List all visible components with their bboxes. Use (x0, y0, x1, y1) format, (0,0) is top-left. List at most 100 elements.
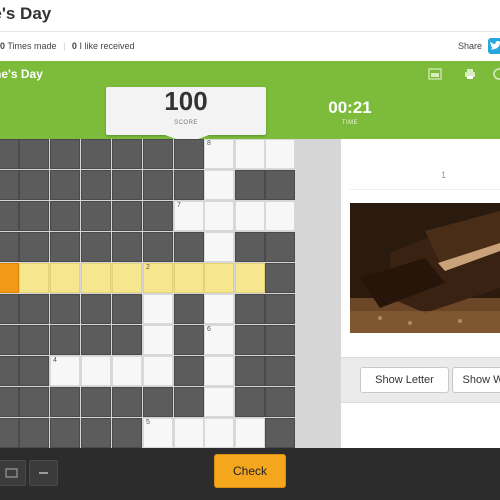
grid-cell[interactable] (265, 201, 295, 231)
grid-cell-blocked (81, 201, 111, 231)
keyboard-icon[interactable] (0, 460, 26, 486)
grid-cell-blocked (50, 418, 80, 448)
show-word-button[interactable]: Show W (452, 367, 500, 393)
print-icon[interactable] (463, 67, 477, 81)
grid-cell-blocked (19, 170, 49, 200)
grid-cell-blocked (81, 418, 111, 448)
check-button[interactable]: Check (214, 454, 286, 488)
show-letter-button[interactable]: Show Letter (360, 367, 449, 393)
grid-cell[interactable]: 8 (204, 139, 234, 169)
grid-cell-blocked (112, 139, 142, 169)
game-title: ne's Day (0, 67, 43, 81)
grid-cell-blocked (0, 294, 19, 324)
grid-cell-blocked (112, 201, 142, 231)
grid-cell-blocked (174, 170, 204, 200)
grid-cell-highlighted[interactable] (112, 263, 142, 293)
grid-cell-blocked (235, 232, 265, 262)
fullscreen-icon[interactable] (428, 67, 442, 81)
grid-cell[interactable]: 5 (143, 418, 173, 448)
grid-cell-blocked (0, 356, 19, 386)
game-header: ne's Day (0, 61, 500, 89)
grid-cell-blocked (143, 139, 173, 169)
grid-cell-blocked (174, 387, 204, 417)
likes-label: I like received (79, 41, 135, 51)
grid-cell[interactable] (204, 387, 234, 417)
grid-cell-blocked (0, 418, 19, 448)
grid-cell[interactable] (81, 356, 111, 386)
grid-cell[interactable] (204, 294, 234, 324)
grid-cell-blocked (19, 418, 49, 448)
grid-cell[interactable] (143, 356, 173, 386)
times-made-count: 0 (0, 41, 6, 51)
grid-cell-blocked (50, 139, 80, 169)
grid-cell-blocked (19, 294, 49, 324)
grid-cell-blocked (50, 294, 80, 324)
grid-cell[interactable]: 6 (204, 325, 234, 355)
twitter-share-icon[interactable] (488, 38, 500, 54)
grid-cell-blocked (112, 170, 142, 200)
grid-cell-blocked (174, 356, 204, 386)
grid-cell-blocked (81, 325, 111, 355)
clue-divider (350, 189, 500, 190)
grid-cell-highlighted[interactable] (174, 263, 204, 293)
grid-cell[interactable] (143, 325, 173, 355)
grid-cell[interactable] (235, 201, 265, 231)
grid-cell-highlighted[interactable] (50, 263, 80, 293)
grid-cell[interactable] (204, 170, 234, 200)
grid-cell-blocked (0, 201, 19, 231)
grid-cell[interactable] (235, 139, 265, 169)
grid-cell-blocked (235, 356, 265, 386)
grid-cell[interactable]: 4 (50, 356, 80, 386)
grid-cell-blocked (265, 263, 295, 293)
grid-cell-blocked (143, 201, 173, 231)
grid-cell-blocked (0, 387, 19, 417)
grid-cell[interactable] (112, 356, 142, 386)
grid-cell-highlighted[interactable] (235, 263, 265, 293)
grid-cell-blocked (81, 294, 111, 324)
grid-cell-blocked (174, 325, 204, 355)
time-value: 00:21 (328, 98, 372, 117)
stats-text: 0 Times made | 0 I like received (0, 41, 134, 51)
grid-cell-blocked (50, 170, 80, 200)
clue-number: 6 (207, 326, 211, 333)
grid-cell[interactable] (204, 232, 234, 262)
minus-icon[interactable] (29, 460, 58, 486)
grid-cell[interactable] (235, 418, 265, 448)
page-title: ne's Day (0, 4, 52, 23)
grid-cell-blocked (265, 294, 295, 324)
grid-cell[interactable] (204, 356, 234, 386)
stats-separator: | (63, 41, 66, 51)
grid-cell-highlighted[interactable]: 2 (143, 263, 173, 293)
grid-cell-blocked (235, 170, 265, 200)
grid-cell-highlighted[interactable] (81, 263, 111, 293)
crossword-grid: 8 7 2 6 4 5 (0, 139, 341, 448)
grid-cell-blocked (81, 139, 111, 169)
grid-cell-highlighted[interactable] (19, 263, 49, 293)
score-label: SCORE (174, 120, 198, 126)
grid-cell-blocked (0, 170, 19, 200)
title-bar: ne's Day (0, 0, 500, 31)
grid-cell-blocked (143, 232, 173, 262)
grid-cell-blocked (174, 232, 204, 262)
grid-cell[interactable]: 7 (174, 201, 204, 231)
grid-cell[interactable] (204, 418, 234, 448)
grid-cell-blocked (112, 325, 142, 355)
stats-bar: 0 Times made | 0 I like received Share (0, 31, 500, 62)
grid-cell-blocked (174, 139, 204, 169)
grid-cell[interactable] (265, 139, 295, 169)
grid-cell-highlighted[interactable] (204, 263, 234, 293)
grid-cell-blocked (143, 170, 173, 200)
grid-cell[interactable] (174, 418, 204, 448)
clue-image (350, 203, 500, 333)
grid-cell-blocked (50, 325, 80, 355)
grid-cell-blocked (235, 387, 265, 417)
share-label: Share (458, 41, 483, 51)
grid-cell-blocked (19, 387, 49, 417)
grid-cell-current[interactable] (0, 263, 19, 293)
likes-count: 0 (71, 41, 77, 51)
grid-cell-blocked (19, 232, 49, 262)
grid-cell[interactable] (204, 201, 234, 231)
times-made-label: Times made (7, 41, 57, 51)
settings-icon[interactable] (492, 67, 500, 81)
grid-cell[interactable] (143, 294, 173, 324)
